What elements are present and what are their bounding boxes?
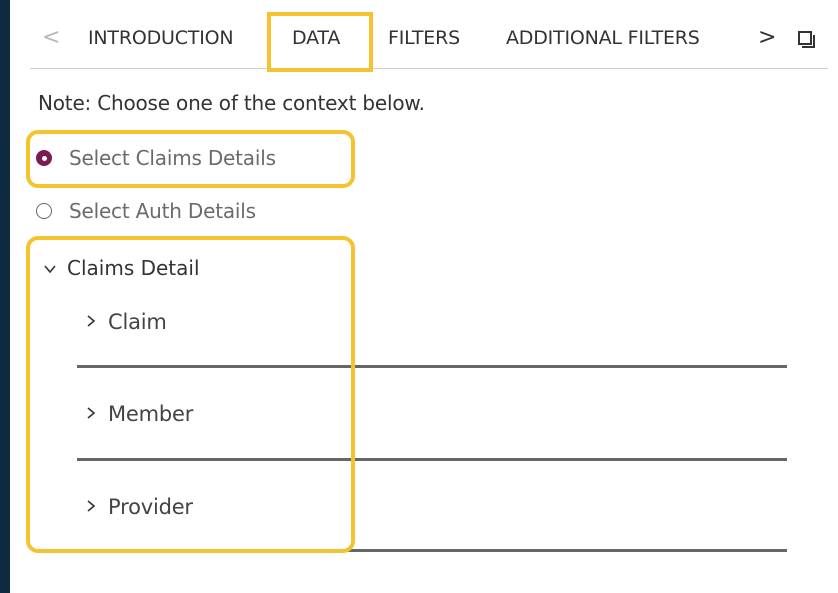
radio-select-auth-details[interactable]: Select Auth Details (36, 196, 256, 226)
tree-item-claim[interactable]: Claim (86, 310, 167, 334)
radio-label-claims: Select Claims Details (69, 146, 276, 170)
chevron-right-icon (86, 404, 96, 424)
tree-item-label: Provider (108, 495, 193, 519)
tab-data[interactable]: DATA (292, 27, 340, 49)
tree-header-claims-detail[interactable]: Claims Detail (44, 256, 200, 280)
tree-divider (77, 458, 787, 461)
tab-prev-arrow[interactable]: < (42, 25, 60, 50)
tab-bar-divider (30, 68, 828, 69)
tab-bar: < INTRODUCTION DATA FILTERS ADDITIONAL F… (10, 0, 828, 70)
radio-unchecked-icon[interactable] (36, 203, 52, 219)
chevron-right-icon (86, 312, 96, 332)
tree-item-member[interactable]: Member (86, 402, 193, 426)
data-panel: < INTRODUCTION DATA FILTERS ADDITIONAL F… (10, 0, 838, 593)
chevron-right-icon (86, 497, 96, 517)
tab-filters[interactable]: FILTERS (388, 27, 460, 49)
tab-next-arrow[interactable]: > (758, 25, 776, 50)
chevron-down-icon (44, 259, 56, 278)
window-icon[interactable] (798, 31, 815, 48)
tree-item-provider[interactable]: Provider (86, 495, 193, 519)
tree-header-label: Claims Detail (67, 256, 200, 280)
tab-additional-filters[interactable]: ADDITIONAL FILTERS (506, 27, 700, 49)
tab-introduction[interactable]: INTRODUCTION (88, 27, 234, 49)
tree-item-label: Member (108, 402, 194, 426)
radio-select-claims-details[interactable]: Select Claims Details (36, 143, 276, 173)
tree-divider (77, 365, 787, 368)
context-note: Note: Choose one of the context below. (38, 91, 425, 115)
tree-divider (77, 549, 787, 552)
radio-checked-icon[interactable] (36, 150, 52, 166)
tree-item-label: Claim (108, 310, 167, 334)
radio-label-auth: Select Auth Details (69, 199, 256, 223)
